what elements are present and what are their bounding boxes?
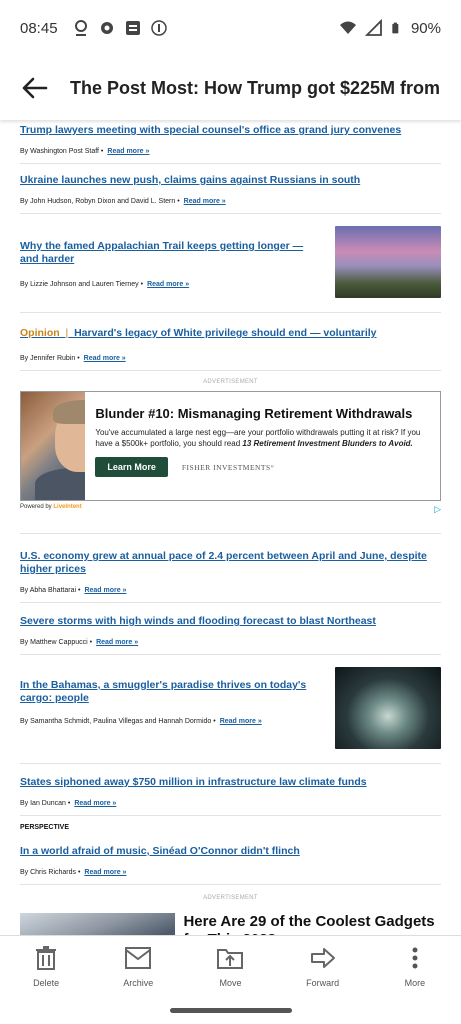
- article-headline[interactable]: In a world afraid of music, Sinéad O'Con…: [20, 845, 441, 858]
- learn-more-button[interactable]: Learn More: [95, 457, 168, 477]
- news-app-icon: [125, 21, 140, 35]
- ad-body: You've accumulated a large nest egg—are …: [95, 428, 421, 448]
- read-more-link[interactable]: Read more »: [184, 198, 226, 205]
- forward-button[interactable]: Forward: [283, 946, 363, 988]
- ad-brand: FISHER INVESTMENTS°: [181, 462, 275, 472]
- battery-percent: 90%: [410, 19, 441, 37]
- read-more-link[interactable]: Read more »: [84, 869, 126, 876]
- article-byline: By Matthew Cappucci •: [20, 639, 93, 646]
- article-headline[interactable]: Severe storms with high winds and floodi…: [20, 615, 441, 628]
- article-byline: By Lizzie Johnson and Lauren Tierney •: [20, 281, 144, 288]
- advertisement-label: ADVERTISEMENT: [203, 895, 258, 901]
- article-item: U.S. economy grew at annual pace of 2.4 …: [20, 534, 441, 603]
- app-bar: The Post Most: How Trump got $225M from …: [0, 56, 461, 120]
- article-headline[interactable]: Trump lawyers meeting with special couns…: [20, 124, 441, 137]
- forward-arrow-icon: [310, 948, 335, 968]
- article-headline[interactable]: Ukraine launches new push, claims gains …: [20, 174, 441, 187]
- article-byline: By Jennifer Rubin •: [20, 355, 80, 362]
- read-more-link[interactable]: Read more »: [147, 281, 189, 288]
- move-label: Move: [219, 978, 242, 988]
- adchoices-icon[interactable]: ▷: [434, 504, 441, 515]
- advertisement-banner-gadgets[interactable]: Here Are 29 of the Coolest Gadgets for T…: [20, 913, 441, 935]
- article-headline[interactable]: In the Bahamas, a smuggler's paradise th…: [20, 679, 320, 705]
- read-more-link[interactable]: Read more »: [220, 718, 262, 725]
- more-label: More: [404, 978, 426, 988]
- article-headline[interactable]: States siphoned away $750 million in inf…: [20, 776, 441, 789]
- battery-icon: [392, 22, 399, 34]
- opinion-label: Opinion: [20, 327, 60, 339]
- archive-icon: [125, 947, 152, 969]
- article-byline: By Abha Bhattarai •: [20, 587, 81, 594]
- read-more-link[interactable]: Read more »: [84, 355, 126, 362]
- signal-icon: [364, 19, 382, 36]
- email-body[interactable]: Trump lawyers meeting with special couns…: [0, 120, 461, 935]
- settings-gear-icon: [100, 22, 113, 34]
- article-byline: By Washington Post Staff •: [20, 148, 104, 155]
- powered-by: Powered by LiveIntent ▷: [20, 501, 441, 534]
- article-item: Ukraine launches new push, claims gains …: [20, 164, 441, 214]
- clock: 08:45: [20, 19, 58, 37]
- read-more-link[interactable]: Read more »: [96, 639, 138, 646]
- article-byline: By Samantha Schmidt, Paulina Villegas an…: [20, 718, 216, 725]
- article-thumbnail-boat[interactable]: [335, 667, 441, 749]
- wifi-icon: [339, 21, 356, 34]
- delete-label: Delete: [33, 978, 60, 988]
- gesture-nav-handle[interactable]: [170, 1008, 292, 1013]
- bottom-action-bar: Delete Archive Move Forward More: [0, 935, 461, 995]
- read-more-link[interactable]: Read more »: [74, 800, 116, 807]
- move-folder-icon: [217, 949, 244, 969]
- data-saver-icon: [150, 20, 167, 36]
- article-byline: By Ian Duncan •: [20, 800, 71, 807]
- article-item: Trump lawyers meeting with special couns…: [20, 120, 441, 164]
- article-thumbnail-hikers[interactable]: [335, 226, 441, 298]
- more-vert-icon: [412, 947, 418, 969]
- back-button[interactable]: [0, 56, 70, 120]
- email-subject: The Post Most: How Trump got $225M from …: [70, 77, 440, 98]
- location-pin-icon: [74, 20, 87, 36]
- archive-button[interactable]: Archive: [98, 946, 178, 988]
- more-button[interactable]: More: [375, 946, 455, 988]
- article-item: Severe storms with high winds and floodi…: [20, 603, 441, 655]
- article-item: In the Bahamas, a smuggler's paradise th…: [20, 655, 441, 764]
- status-bar: 08:45 90%: [0, 0, 461, 56]
- article-item: States siphoned away $750 million in inf…: [20, 764, 441, 816]
- advertisement-banner[interactable]: Blunder #10: Mismanaging Retirement With…: [20, 391, 441, 501]
- advertisement-label: ADVERTISEMENT: [203, 379, 258, 385]
- arrow-left-icon: [22, 77, 48, 99]
- move-button[interactable]: Move: [190, 946, 270, 988]
- liveintent-logo: LiveIntent: [53, 504, 82, 510]
- ad-title: Blunder #10: Mismanaging Retirement With…: [95, 406, 413, 421]
- article-headline[interactable]: U.S. economy grew at annual pace of 2.4 …: [20, 550, 441, 576]
- article-item: Why the famed Appalachian Trail keeps ge…: [20, 214, 441, 313]
- article-item: In a world afraid of music, Sinéad O'Con…: [20, 831, 441, 885]
- article-byline: By Chris Richards •: [20, 869, 81, 876]
- read-more-link[interactable]: Read more »: [107, 148, 149, 155]
- forward-label: Forward: [306, 978, 340, 988]
- article-headline[interactable]: Why the famed Appalachian Trail keeps ge…: [20, 240, 320, 266]
- article-byline: By John Hudson, Robyn Dixon and David L.…: [20, 198, 180, 205]
- article-headline[interactable]: Opinion | Harvard's legacy of White priv…: [20, 327, 441, 340]
- ad-title: Here Are 29 of the Coolest Gadgets for T…: [183, 913, 435, 935]
- archive-label: Archive: [123, 978, 154, 988]
- ad-photo: [21, 392, 86, 500]
- perspective-label: PERSPECTIVE: [20, 824, 70, 831]
- trash-icon: [36, 946, 57, 970]
- ad-gadget-image: [20, 913, 176, 935]
- read-more-link[interactable]: Read more »: [84, 587, 126, 594]
- article-item: Opinion | Harvard's legacy of White priv…: [20, 313, 441, 371]
- delete-button[interactable]: Delete: [6, 946, 86, 988]
